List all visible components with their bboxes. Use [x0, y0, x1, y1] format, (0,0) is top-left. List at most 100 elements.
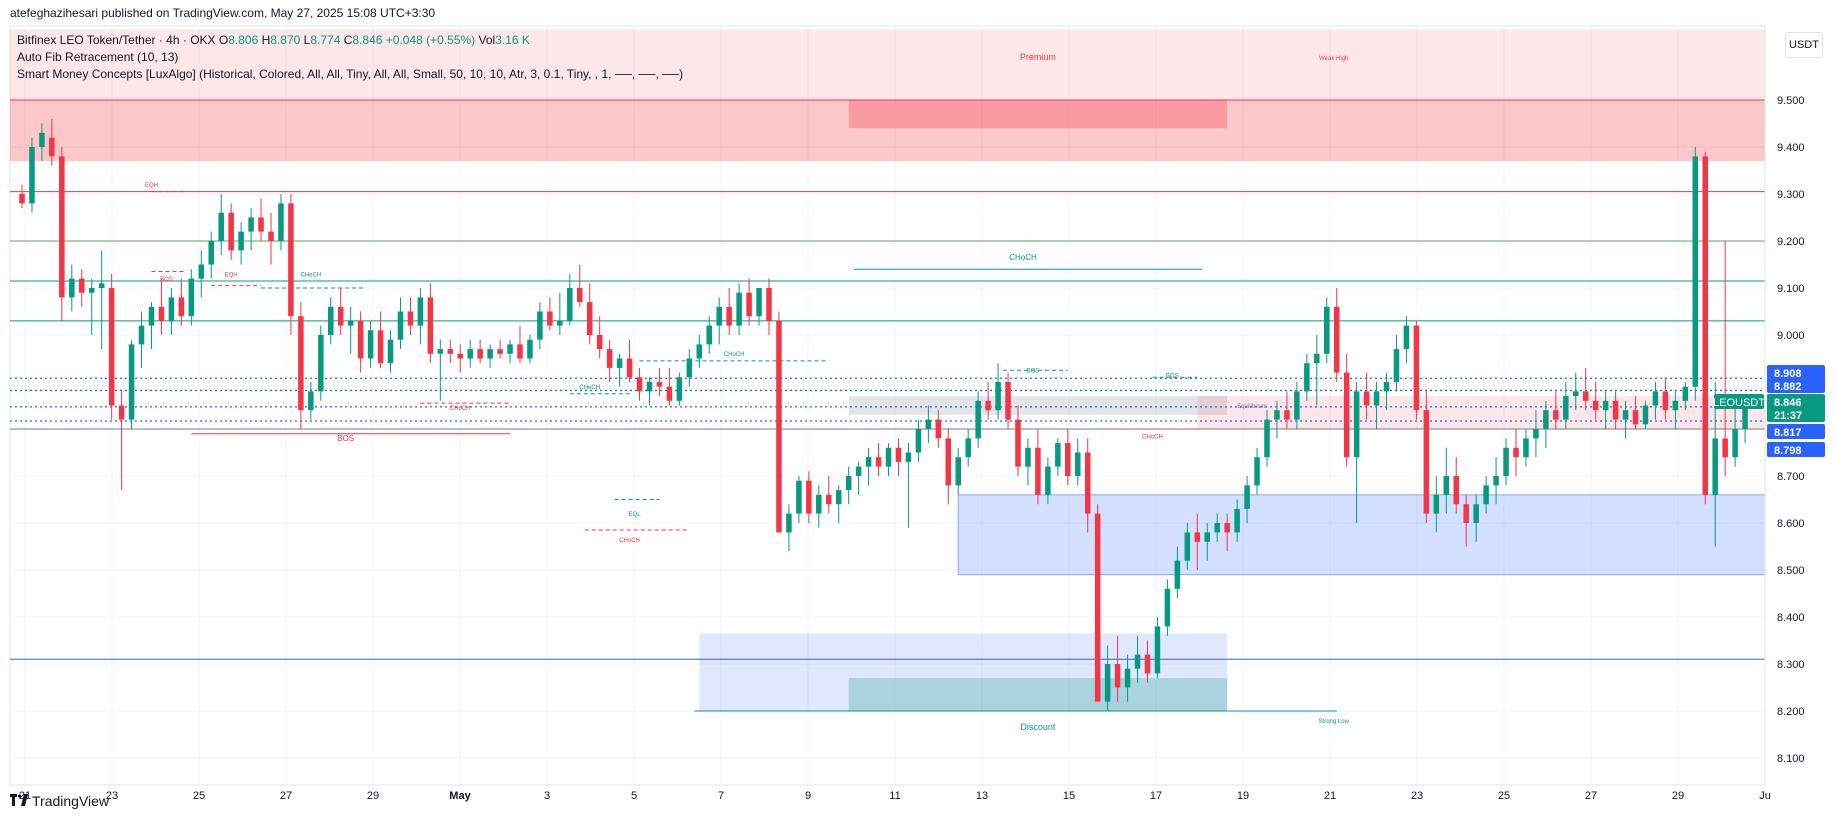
- candle: [766, 278, 772, 335]
- price-chart[interactable]: Premium Weak High EQH BOS EQH CHoCH BOS CHoCH CH…: [0, 0, 1835, 822]
- candle-body: [885, 447, 892, 467]
- x-tick-label: 21: [1324, 790, 1336, 802]
- candle: [845, 466, 852, 505]
- candle: [796, 476, 802, 523]
- candle: [905, 443, 912, 528]
- candle: [865, 447, 872, 486]
- candle: [656, 367, 663, 397]
- legend-high-label: H: [261, 33, 271, 47]
- legend-close: 8.846: [352, 33, 383, 47]
- candle-body: [985, 400, 991, 411]
- candle-body: [1732, 429, 1738, 458]
- candle: [855, 461, 862, 495]
- candle-body: [895, 447, 902, 462]
- candle: [318, 325, 324, 401]
- candle-body: [118, 405, 125, 420]
- candle-body: [1662, 391, 1669, 411]
- candle-body: [357, 320, 364, 359]
- x-tick-label: 11: [889, 790, 900, 802]
- candle: [756, 288, 762, 326]
- candle-body: [1722, 438, 1728, 458]
- candle: [1423, 391, 1430, 523]
- structure-label: BOS: [160, 277, 173, 283]
- candle-body: [935, 419, 942, 439]
- candle-body: [1702, 156, 1708, 495]
- legend-volume-label: Vol: [478, 33, 496, 47]
- candle-body: [1393, 349, 1400, 382]
- candle: [965, 429, 971, 467]
- candle-body: [457, 353, 463, 359]
- candle-body: [577, 288, 583, 303]
- legend-indicator-fib[interactable]: Auto Fib Retracement (10, 13): [17, 49, 683, 66]
- candle: [467, 339, 473, 368]
- candle: [397, 297, 404, 350]
- candle: [1254, 447, 1260, 495]
- tradingview-brand[interactable]: TradingView: [10, 793, 109, 809]
- candle: [1722, 241, 1728, 476]
- candle: [1324, 297, 1330, 364]
- structure-label: CHoCH: [724, 352, 745, 358]
- candle-body: [238, 231, 244, 251]
- candle-body: [1672, 400, 1679, 411]
- candle: [328, 297, 334, 345]
- candle-body: [527, 339, 533, 359]
- x-tick-label: 25: [1498, 790, 1510, 802]
- candle-body: [1314, 353, 1320, 364]
- candle: [347, 306, 354, 354]
- candle: [776, 311, 782, 533]
- candle-body: [666, 386, 673, 401]
- candle-body: [786, 513, 792, 533]
- candle-body: [1523, 438, 1529, 458]
- candle-body: [397, 311, 404, 340]
- candle: [955, 447, 961, 495]
- candle-body: [1005, 382, 1011, 420]
- x-tick-label: 17: [1150, 790, 1162, 802]
- legend-indicator-smc[interactable]: Smart Money Concepts [LuxAlgo] (Historic…: [17, 66, 683, 83]
- candle-body: [766, 288, 772, 321]
- candle-body: [706, 325, 712, 345]
- candle-body: [1503, 447, 1509, 476]
- candle: [128, 339, 135, 429]
- candle: [69, 264, 75, 312]
- candle-body: [875, 457, 882, 467]
- candle-body: [1612, 400, 1619, 420]
- candle: [178, 278, 185, 326]
- candle: [158, 278, 165, 335]
- candle-body: [865, 457, 872, 467]
- candle-body: [1573, 391, 1579, 397]
- candle-body: [158, 306, 165, 321]
- candle: [666, 367, 673, 406]
- y-tick-label: 9.300: [1777, 189, 1805, 201]
- candle: [1314, 335, 1320, 406]
- zone-bearish-ob: [1197, 396, 1765, 429]
- candle-body: [1124, 668, 1131, 688]
- candle-body: [1025, 447, 1031, 467]
- x-tick-label: 19: [1237, 790, 1249, 802]
- candle-body: [387, 339, 394, 364]
- candle-body: [716, 306, 722, 326]
- legend-low: 8.774: [310, 33, 341, 47]
- time-axis: 2123252729May357911131517192123252729Ju: [10, 784, 1771, 802]
- legend-symbol-row[interactable]: Bitfinex LEO Token/Tether · 4h · OKX O8.…: [17, 32, 683, 49]
- structure-label: BOS: [337, 434, 354, 443]
- zone-discount-ob: [848, 678, 1228, 711]
- candle-body: [1453, 476, 1459, 505]
- x-tick-label: 15: [1063, 790, 1075, 802]
- structure-label: CHoCH: [579, 385, 600, 391]
- candle-body: [1204, 532, 1210, 542]
- candle-body: [1423, 410, 1430, 514]
- candle-body: [1154, 626, 1161, 674]
- y-tick-label: 9.500: [1777, 95, 1805, 107]
- currency-button[interactable]: USDT: [1785, 32, 1823, 58]
- candle-body: [258, 217, 264, 232]
- candle: [557, 292, 563, 335]
- candle-body: [1164, 588, 1171, 627]
- legend-change: +0.048 (+0.55%): [385, 33, 476, 47]
- structure-label: Weak High: [1319, 56, 1348, 62]
- candle: [447, 339, 454, 364]
- candle-body: [437, 349, 444, 354]
- candle: [278, 194, 284, 251]
- candle-body: [507, 344, 513, 354]
- candle-body: [1065, 443, 1071, 476]
- candle: [268, 212, 274, 265]
